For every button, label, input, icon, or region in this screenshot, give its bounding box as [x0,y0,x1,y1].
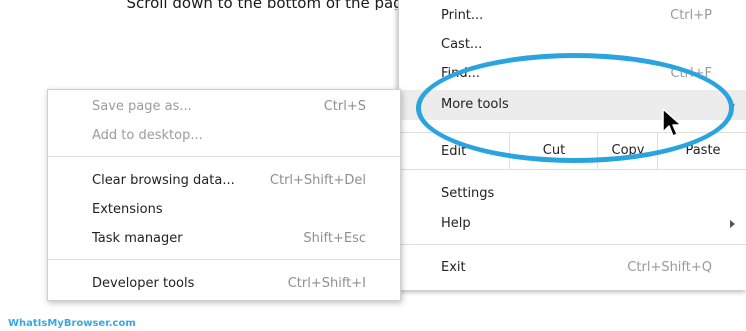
submenu-item-shortcut: Ctrl+S [323,99,366,114]
more-tools-submenu: Save page as... Ctrl+S Add to desktop...… [47,89,401,301]
submenu-item-label: Task manager [92,231,183,246]
submenu-item-label: Developer tools [92,276,195,291]
menu-item-label: Settings [441,186,495,201]
submenu-item-clear-browsing-data[interactable]: Clear browsing data... Ctrl+Shift+Del [48,167,400,195]
menu-divider [399,244,746,245]
submenu-item-save-page[interactable]: Save page as... Ctrl+S [48,93,400,121]
submenu-item-label: Clear browsing data... [92,173,235,188]
submenu-item-shortcut: Shift+Esc [303,231,366,246]
menu-item-label: Cast... [441,37,483,52]
submenu-item-developer-tools[interactable]: Developer tools Ctrl+Shift+I [48,270,400,298]
chevron-right-icon [730,220,735,228]
menu-item-help[interactable]: Help [399,210,746,238]
menu-item-label: Print... [441,8,484,23]
submenu-item-label: Save page as... [92,99,192,114]
menu-item-shortcut: Ctrl+Shift+Q [627,260,712,275]
submenu-item-shortcut: Ctrl+Shift+Del [269,173,366,188]
watermark-logo: WhatIsMyBrowser.com [8,318,136,329]
submenu-item-extensions[interactable]: Extensions [48,196,400,224]
menu-item-print[interactable]: Print... Ctrl+P [399,2,746,30]
submenu-item-label: Extensions [92,202,163,217]
menu-item-settings[interactable]: Settings [399,180,746,208]
menu-divider [48,156,400,157]
menu-item-label: Exit [441,260,466,275]
menu-item-shortcut: Ctrl+P [670,8,712,23]
menu-divider [399,169,746,170]
submenu-item-label: Add to desktop... [92,128,203,143]
submenu-item-task-manager[interactable]: Task manager Shift+Esc [48,225,400,253]
menu-item-exit[interactable]: Exit Ctrl+Shift+Q [399,254,746,282]
menu-item-label: Help [441,216,471,231]
submenu-item-add-to-desktop[interactable]: Add to desktop... [48,122,400,150]
menu-divider [48,259,400,260]
submenu-item-shortcut: Ctrl+Shift+I [287,276,366,291]
mouse-cursor-icon [662,108,682,137]
highlight-ring [416,53,734,163]
